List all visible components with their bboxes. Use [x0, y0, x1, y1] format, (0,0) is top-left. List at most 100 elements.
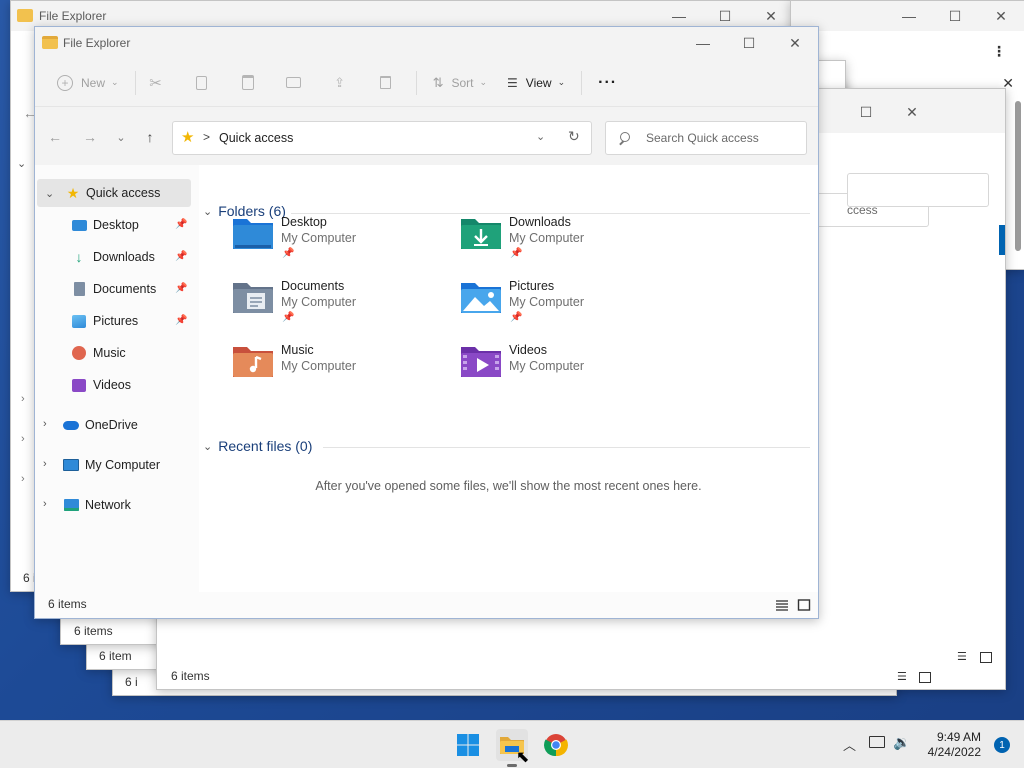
- folder-tile[interactable]: Videos My Computer: [459, 343, 679, 403]
- maximize-button[interactable]: ☐: [932, 1, 978, 31]
- recent-locations-button[interactable]: ⌄: [109, 125, 133, 149]
- sidebar-item-quick-access[interactable]: ⌄ ★ Quick access: [37, 179, 191, 207]
- chevron-right-icon[interactable]: ›: [43, 458, 47, 470]
- folder-location: My Computer: [281, 295, 357, 309]
- folder-tile[interactable]: Downloads My Computer 📌: [459, 215, 679, 275]
- sidebar-item-documents[interactable]: Documents 📌: [35, 275, 191, 303]
- chevron-right-icon[interactable]: ›: [21, 433, 25, 445]
- sidebar-item-network[interactable]: › Network: [35, 491, 191, 519]
- recent-files-empty-message: After you've opened some files, we'll sh…: [315, 479, 702, 493]
- notification-badge[interactable]: 1: [994, 737, 1010, 753]
- details-view-icon[interactable]: ☰: [897, 670, 907, 683]
- maximize-button[interactable]: ☐: [843, 97, 889, 127]
- accent-button[interactable]: [999, 225, 1005, 255]
- new-button[interactable]: + New ⌄: [47, 67, 129, 99]
- details-view-icon[interactable]: ☰: [957, 650, 967, 663]
- sidebar-item-label: Downloads: [93, 250, 155, 264]
- chevron-down-icon[interactable]: ⌄: [17, 157, 26, 170]
- folder-icon: [17, 9, 33, 22]
- chevron-right-icon[interactable]: ›: [43, 498, 47, 510]
- sort-label: Sort: [451, 75, 474, 90]
- maximize-button[interactable]: ☐: [726, 27, 772, 59]
- share-button[interactable]: ⇪: [326, 67, 354, 99]
- sidebar-item-my-computer[interactable]: › My Computer: [35, 451, 191, 479]
- chevron-down-icon[interactable]: ⌄: [45, 187, 54, 200]
- folder-name: Documents: [281, 279, 345, 293]
- more-options-button[interactable]: ···: [588, 67, 627, 99]
- sidebar-item-label: Network: [85, 498, 131, 512]
- scrollbar[interactable]: [1015, 101, 1021, 251]
- minimize-button[interactable]: —: [680, 27, 726, 59]
- taskbar: ⬉ ︿ 🔉 9:49 AM 4/24/2022 1: [0, 720, 1024, 768]
- breadcrumb-separator: >: [203, 130, 211, 144]
- view-button[interactable]: ☰ View ⌄: [497, 67, 575, 99]
- chrome-icon[interactable]: [540, 729, 572, 761]
- folder-location: My Computer: [281, 359, 357, 373]
- recent-files-section-header[interactable]: ⌄ Recent files (0): [203, 438, 312, 454]
- cut-button[interactable]: ✂: [142, 67, 170, 99]
- sidebar-item-pictures[interactable]: Pictures 📌: [35, 307, 191, 335]
- paste-button[interactable]: [234, 67, 262, 99]
- search-input[interactable]: [847, 173, 989, 207]
- more-options-icon[interactable]: ⋮: [992, 43, 1006, 60]
- pin-icon: 📌: [175, 219, 188, 230]
- breadcrumb[interactable]: Quick access: [219, 131, 293, 145]
- view-label: View: [525, 75, 552, 90]
- folder-tile[interactable]: Documents My Computer 📌: [231, 279, 451, 339]
- folder-location: My Computer: [509, 295, 585, 309]
- close-button[interactable]: ✕: [889, 97, 935, 127]
- tiles-view-icon[interactable]: [980, 652, 992, 663]
- close-button[interactable]: ✕: [772, 27, 818, 59]
- pin-icon: 📌: [175, 251, 188, 262]
- up-button[interactable]: ↑: [138, 125, 162, 149]
- refresh-icon[interactable]: ↻: [568, 128, 580, 145]
- minimize-button[interactable]: —: [886, 1, 932, 31]
- sort-button[interactable]: ⇅ Sort ⌄: [423, 67, 497, 99]
- toolbar-separator: [134, 70, 136, 95]
- section-divider: [291, 213, 810, 214]
- folder-tile[interactable]: Desktop My Computer 📌: [231, 215, 451, 275]
- pictures-folder-icon: [461, 283, 501, 313]
- file-explorer-window[interactable]: File Explorer — ☐ ✕ + New ⌄ ✂ ⇪ ⇅ Sort ⌄…: [34, 26, 819, 619]
- chevron-right-icon[interactable]: ›: [21, 473, 25, 485]
- sidebar-item-videos[interactable]: Videos: [35, 371, 191, 399]
- window-caption[interactable]: File Explorer — ☐ ✕: [35, 27, 818, 59]
- sidebar-item-music[interactable]: Music: [35, 339, 191, 367]
- chevron-down-icon: ⌄: [203, 440, 213, 453]
- close-button[interactable]: ✕: [978, 1, 1024, 31]
- sidebar-item-label: Pictures: [93, 314, 139, 328]
- network-icon[interactable]: [869, 736, 885, 748]
- documents-folder-icon: [233, 283, 273, 313]
- forward-button[interactable]: →: [78, 125, 102, 149]
- address-bar[interactable]: ★ > Quick access ⌄ ↻: [172, 121, 592, 155]
- delete-button[interactable]: [372, 67, 400, 99]
- sidebar-item-label: Desktop: [93, 218, 139, 232]
- chevron-right-icon[interactable]: ›: [21, 393, 25, 405]
- sidebar-item-label: OneDrive: [85, 418, 138, 432]
- tiles-view-icon[interactable]: [797, 598, 811, 612]
- chevron-down-icon: ⌄: [479, 77, 488, 87]
- status-text: 6 item: [99, 649, 132, 663]
- details-view-icon[interactable]: [775, 598, 789, 612]
- pin-icon: 📌: [510, 248, 523, 259]
- folder-location: My Computer: [509, 231, 585, 245]
- sidebar-item-downloads[interactable]: ↓ Downloads 📌: [35, 243, 191, 271]
- window-caption[interactable]: — ☐ ✕: [791, 1, 1024, 31]
- sidebar-item-onedrive[interactable]: › OneDrive: [35, 411, 191, 439]
- tiles-view-icon[interactable]: [919, 672, 931, 683]
- chevron-down-icon[interactable]: ⌄: [536, 130, 545, 143]
- volume-icon[interactable]: 🔉: [893, 734, 910, 751]
- search-input[interactable]: Search Quick access: [605, 121, 807, 155]
- chevron-right-icon[interactable]: ›: [43, 418, 47, 430]
- back-button[interactable]: ←: [43, 125, 67, 149]
- rename-button[interactable]: [280, 67, 308, 99]
- clock[interactable]: 9:49 AM 4/24/2022: [928, 730, 981, 760]
- copy-button[interactable]: [188, 67, 216, 99]
- chevron-up-icon[interactable]: ︿: [843, 735, 856, 754]
- folder-tile[interactable]: Music My Computer: [231, 343, 451, 403]
- copy-icon: [196, 75, 208, 90]
- start-icon[interactable]: [452, 729, 484, 761]
- folder-tile[interactable]: Pictures My Computer 📌: [459, 279, 679, 339]
- mouse-cursor-icon: ⬉: [516, 749, 530, 766]
- sidebar-item-desktop[interactable]: Desktop 📌: [35, 211, 191, 239]
